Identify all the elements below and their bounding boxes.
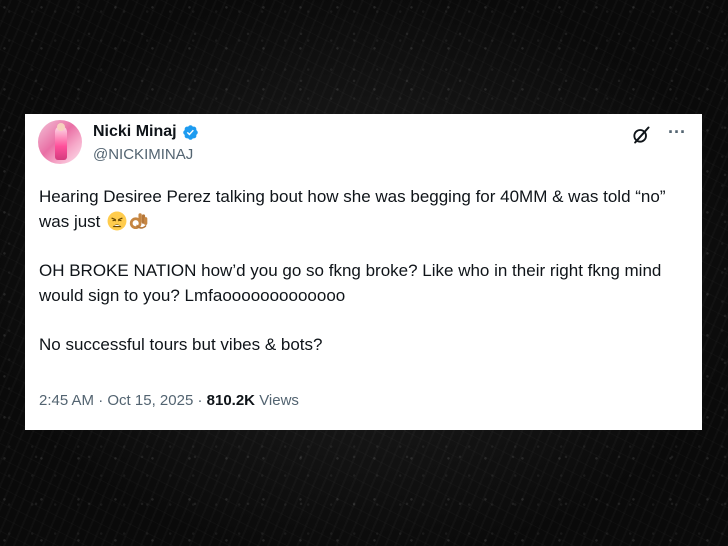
grok-icon[interactable] [631,125,651,145]
views-label: Views [259,392,299,409]
tweet-body: Hearing Desiree Perez talking bout how s… [39,184,679,381]
author-handle[interactable]: @NICKIMINAJ [93,146,193,163]
verified-badge-icon [182,124,198,140]
views-count[interactable]: 810.2K [207,392,255,409]
avatar-figure-head [57,123,65,131]
tweet-meta: 2:45 AM · Oct 15, 2025 · 810.2K Views [39,392,299,409]
tweet-date[interactable]: Oct 15, 2025 [107,392,193,409]
meta-separator: · [98,392,104,409]
ok-hand-icon [129,213,148,230]
avatar-figure [55,126,67,160]
more-options-icon[interactable]: ··· [666,123,688,144]
tweet-paragraph-1: Hearing Desiree Perez talking bout how s… [39,184,679,234]
author-avatar[interactable] [38,120,82,164]
author-name[interactable]: Nicki Minaj [93,123,177,141]
tweet-paragraph-3: No successful tours but vibes & bots? [39,335,323,354]
tweet-paragraph-2: OH BROKE NATION how’d you go so fkng bro… [39,261,662,305]
tweet-time[interactable]: 2:45 AM [39,392,94,409]
meta-separator-2: · [197,392,203,409]
tweet-header: Nicki Minaj @NICKIMINAJ ··· [38,120,688,172]
weary-face-icon [107,211,127,231]
author-name-row: Nicki Minaj [93,123,199,141]
tweet-card: Nicki Minaj @NICKIMINAJ ··· Hearing Desi… [25,114,702,430]
